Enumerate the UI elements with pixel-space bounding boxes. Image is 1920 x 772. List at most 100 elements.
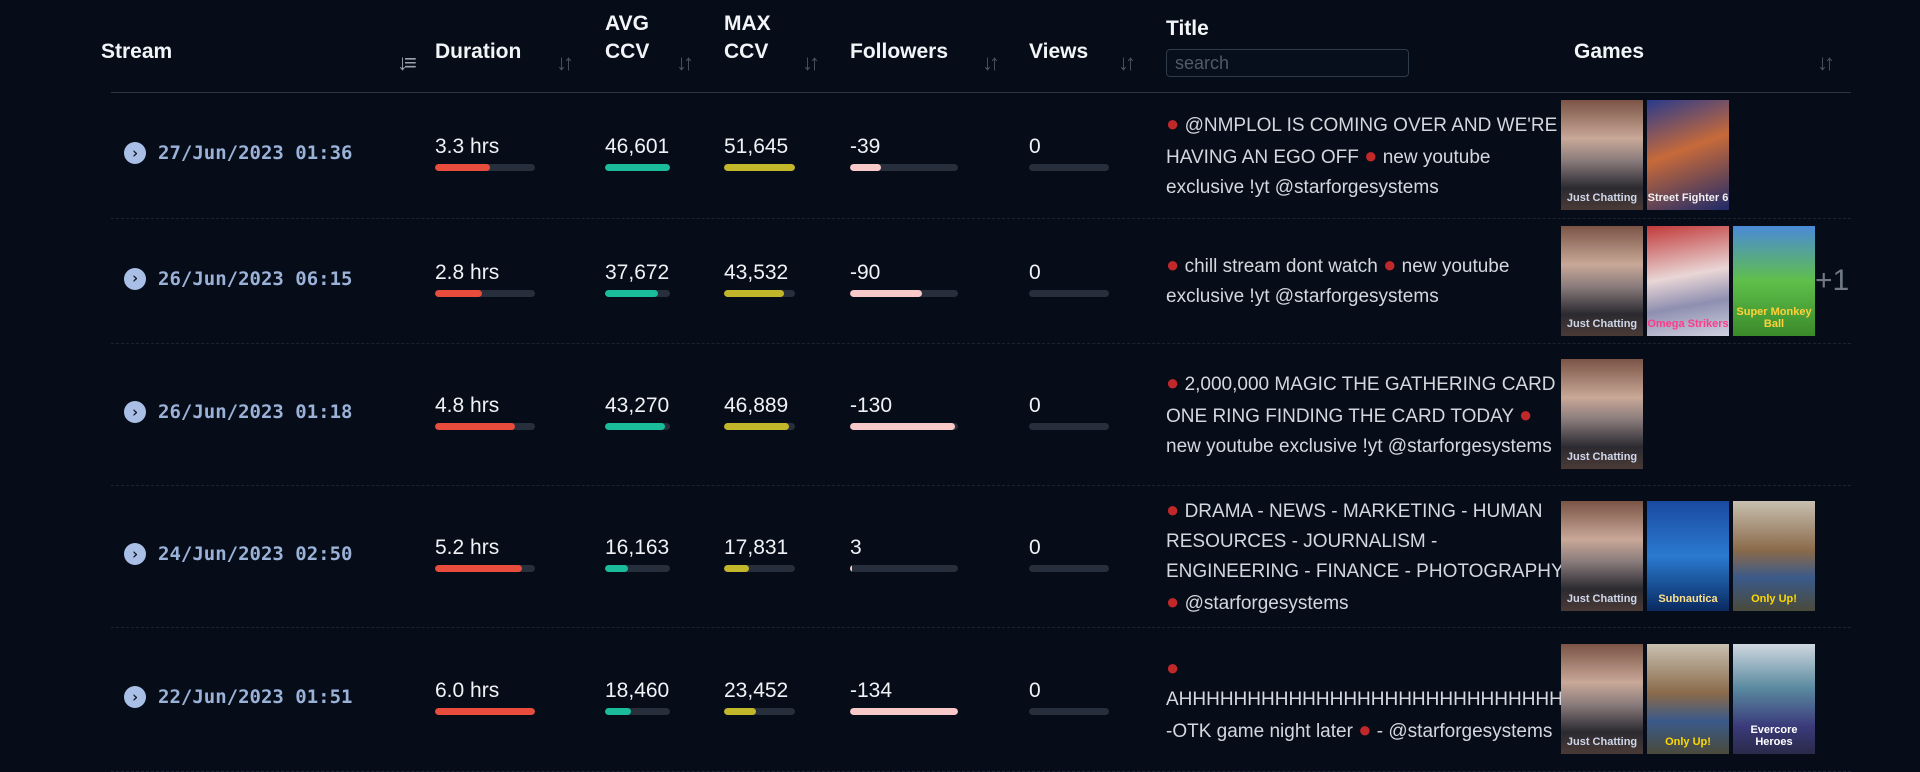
game-thumbnail[interactable]: Evercore Heroes	[1733, 644, 1815, 754]
game-thumbnail[interactable]: Just Chatting	[1561, 359, 1643, 469]
stream-date[interactable]: 26/Jun/2023 01:18	[158, 401, 352, 423]
stream-date[interactable]: 22/Jun/2023 01:51	[158, 686, 352, 708]
duration-bar	[435, 164, 535, 171]
followers-value: -134	[850, 679, 893, 702]
max-ccv-cell: 51,645	[724, 135, 795, 171]
table-row[interactable]: › 24/Jun/2023 02:50 5.2 hrs 16,163 17,83…	[111, 485, 1851, 628]
sort-desc-icon[interactable]: ↓≡	[397, 50, 417, 76]
game-thumbnail[interactable]: Only Up!	[1733, 501, 1815, 611]
sort-arrows-icon[interactable]: ↓↑	[802, 50, 820, 76]
table-row[interactable]: › 26/Jun/2023 06:15 2.8 hrs 37,672 43,53…	[111, 218, 1851, 344]
more-games-count[interactable]: +1	[1815, 264, 1849, 298]
stream-date-link[interactable]: › 27/Jun/2023 01:36	[124, 142, 352, 164]
live-dot-icon: ●	[1364, 142, 1378, 168]
max-ccv-bar-fill	[724, 565, 749, 572]
live-dot-icon: ●	[1518, 401, 1533, 427]
followers-value: 3	[850, 536, 862, 559]
chevron-right-icon[interactable]: ›	[124, 142, 146, 164]
header-avg-ccv-line2[interactable]: CCV	[605, 37, 649, 67]
chevron-right-icon[interactable]: ›	[124, 267, 146, 290]
max-ccv-bar	[724, 289, 795, 297]
views-cell: 0	[1029, 679, 1109, 715]
game-thumbnail[interactable]: Subnautica	[1647, 501, 1729, 611]
live-dot-icon: ●	[1166, 369, 1180, 395]
followers-cell: -134	[850, 679, 958, 715]
stream-date[interactable]: 27/Jun/2023 01:36	[158, 142, 352, 164]
followers-cell: -39	[850, 135, 958, 171]
stream-date-link[interactable]: › 26/Jun/2023 06:15	[124, 267, 352, 290]
duration-value: 3.3 hrs	[435, 135, 500, 158]
sort-arrows-icon[interactable]: ↓↑	[556, 50, 574, 76]
stream-date[interactable]: 24/Jun/2023 02:50	[158, 543, 352, 565]
chevron-right-icon[interactable]: ›	[124, 543, 146, 565]
header-followers[interactable]: Followers	[850, 37, 948, 67]
game-thumbnail[interactable]: Just Chatting	[1561, 100, 1643, 210]
views-cell: 0	[1029, 536, 1109, 572]
chevron-right-icon[interactable]: ›	[124, 686, 146, 708]
header-max-ccv-line2[interactable]: CCV	[724, 37, 768, 67]
header-title: Title	[1166, 17, 1209, 40]
followers-bar-fill	[850, 164, 882, 171]
max-ccv-bar-fill	[724, 423, 789, 430]
followers-bar-fill	[850, 289, 923, 297]
avg-ccv-bar-fill	[605, 708, 631, 715]
max-ccv-value: 17,831	[724, 536, 789, 559]
live-dot-icon: ●	[1166, 588, 1180, 614]
max-ccv-value: 23,452	[724, 679, 789, 702]
chevron-right-icon[interactable]: ›	[124, 401, 146, 423]
duration-value: 4.8 hrs	[435, 394, 500, 417]
sort-arrows-icon[interactable]: ↓↑	[1817, 50, 1835, 76]
duration-value: 5.2 hrs	[435, 536, 500, 559]
stream-date-link[interactable]: › 22/Jun/2023 01:51	[124, 686, 352, 708]
duration-bar-fill	[435, 565, 522, 572]
duration-cell: 6.0 hrs	[435, 679, 535, 715]
views-value: 0	[1029, 536, 1041, 559]
table-row[interactable]: › 27/Jun/2023 01:36 3.3 hrs 46,601 51,64…	[111, 92, 1851, 219]
max-ccv-value: 46,889	[724, 394, 789, 417]
stream-date-link[interactable]: › 24/Jun/2023 02:50	[124, 543, 352, 565]
stream-title: ● 2,000,000 MAGIC THE GATHERING CARD ONE…	[1166, 369, 1556, 457]
avg-ccv-bar-fill	[605, 565, 628, 572]
followers-bar	[850, 289, 958, 297]
game-thumbnail[interactable]: Street Fighter 6	[1647, 100, 1729, 210]
stream-date[interactable]: 26/Jun/2023 06:15	[158, 268, 352, 290]
avg-ccv-cell: 18,460	[605, 679, 670, 715]
views-bar	[1029, 423, 1109, 430]
header-games[interactable]: Games	[1574, 37, 1644, 67]
header-views[interactable]: Views	[1029, 37, 1088, 67]
game-thumbnail[interactable]: Only Up!	[1647, 644, 1729, 754]
games-list: Just Chatting Subnautica Only Up!	[1561, 501, 1815, 611]
game-thumbnail[interactable]: Just Chatting	[1561, 501, 1643, 611]
avg-ccv-bar	[605, 289, 670, 297]
live-dot-icon: ●	[1358, 716, 1372, 742]
stream-date-link[interactable]: › 26/Jun/2023 01:18	[124, 401, 352, 423]
max-ccv-cell: 46,889	[724, 394, 795, 430]
game-thumbnail[interactable]: Super Monkey Ball	[1733, 225, 1815, 336]
followers-bar	[850, 708, 958, 715]
views-cell: 0	[1029, 394, 1109, 430]
sort-arrows-icon[interactable]: ↓↑	[676, 50, 694, 76]
header-duration[interactable]: Duration	[435, 37, 521, 67]
avg-ccv-cell: 37,672	[605, 261, 670, 297]
header-stream[interactable]: Stream	[101, 37, 172, 67]
title-search-input[interactable]	[1166, 49, 1409, 77]
sort-arrows-icon[interactable]: ↓↑	[982, 50, 1000, 76]
sort-arrows-icon[interactable]: ↓↑	[1118, 50, 1136, 76]
avg-ccv-value: 16,163	[605, 536, 670, 559]
duration-value: 2.8 hrs	[435, 260, 500, 284]
max-ccv-bar	[724, 565, 795, 572]
avg-ccv-value: 46,601	[605, 135, 670, 158]
games-list: Just Chatting Only Up! Evercore Heroes	[1561, 644, 1815, 754]
table-row[interactable]: › 22/Jun/2023 01:51 6.0 hrs 18,460 23,45…	[111, 627, 1851, 772]
avg-ccv-bar-fill	[605, 164, 670, 171]
followers-cell: -90	[850, 261, 958, 297]
game-thumbnail[interactable]: Just Chatting	[1561, 644, 1643, 754]
duration-bar	[435, 423, 535, 430]
live-dot-icon: ●	[1166, 654, 1180, 680]
header-max-ccv-line1[interactable]: MAX	[724, 9, 771, 39]
game-thumbnail[interactable]: Just Chatting	[1561, 225, 1643, 336]
header-avg-ccv-line1[interactable]: AVG	[605, 9, 649, 39]
max-ccv-bar-fill	[724, 289, 784, 297]
game-thumbnail[interactable]: Omega Strikers	[1647, 225, 1729, 336]
table-row[interactable]: › 26/Jun/2023 01:18 4.8 hrs 43,270 46,88…	[111, 343, 1851, 486]
